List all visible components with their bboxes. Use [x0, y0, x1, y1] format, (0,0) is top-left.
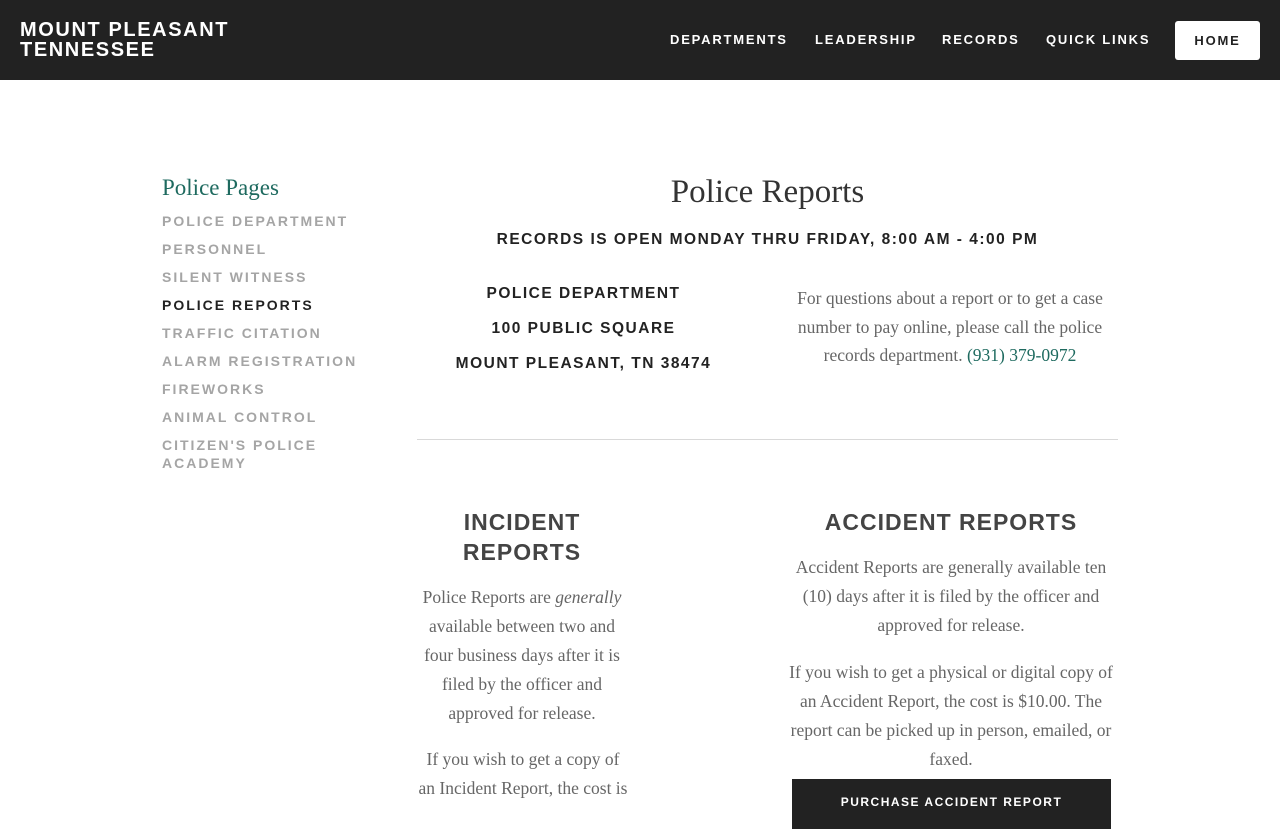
purchase-accident-report-button[interactable]: PURCHASE ACCIDENT REPORT — [792, 779, 1111, 829]
address-line-1: POLICE DEPARTMENT — [486, 285, 681, 302]
brand-line-1: MOUNT PLEASANT — [20, 19, 230, 41]
sidebar-item-police-department[interactable]: POLICE DEPARTMENT — [162, 212, 362, 230]
sidebar-item-silent-witness[interactable]: SILENT WITNESS — [162, 268, 362, 286]
address-line-2: 100 PUBLIC SQUARE — [491, 320, 676, 337]
incident-heading-line-1: INCIDENT — [463, 509, 581, 535]
incident-reports-heading: INCIDENT REPORTS — [417, 507, 627, 567]
incident-paragraph-2: If you wish to get a copy of an Incident… — [418, 749, 628, 798]
sidebar-item-animal-control[interactable]: ANIMAL CONTROL — [162, 408, 362, 426]
site-header: MOUNT PLEASANT TENNESSEE DEPARTMENTS LEA… — [0, 0, 1280, 80]
nav-departments[interactable]: DEPARTMENTS — [670, 32, 788, 48]
incident-p1-text: Police Reports are — [422, 587, 551, 607]
incident-p1-emphasis: generally — [555, 587, 622, 607]
sidebar-item-personnel[interactable]: PERSONNEL — [162, 240, 362, 258]
address-line-3: MOUNT PLEASANT, TN 38474 — [455, 355, 712, 372]
sidebar-item-citizens-police-academy[interactable]: CITIZEN'S POLICE ACADEMY — [162, 436, 342, 472]
sidebar-item-alarm-registration[interactable]: ALARM REGISTRATION — [162, 352, 362, 370]
accident-paragraph-1: Accident Reports are generally available… — [795, 557, 1107, 635]
brand-line-2: TENNESSEE — [20, 39, 156, 61]
sidebar-item-traffic-citation[interactable]: TRAFFIC CITATION — [162, 324, 362, 342]
contact-phone-link[interactable]: (931) 379-0972 — [967, 345, 1076, 365]
records-hours: RECORDS IS OPEN MONDAY THRU FRIDAY, 8:00… — [496, 231, 1039, 248]
sidebar-item-fireworks[interactable]: FIREWORKS — [162, 380, 362, 398]
site-brand[interactable]: MOUNT PLEASANT TENNESSEE — [20, 20, 229, 60]
incident-paragraph-1: Police Reports are generally available b… — [417, 583, 627, 728]
sidebar-title: Police Pages — [162, 175, 279, 200]
section-divider — [417, 439, 1118, 440]
accident-paragraph-2: If you wish to get a physical or digital… — [789, 662, 1113, 769]
nav-records[interactable]: RECORDS — [942, 32, 1020, 48]
accident-reports-heading: ACCIDENT REPORTS — [824, 509, 1078, 535]
nav-quick-links[interactable]: QUICK LINKS — [1046, 32, 1150, 48]
sidebar-item-police-reports[interactable]: POLICE REPORTS — [162, 296, 362, 314]
contact-info: For questions about a report or to get a… — [790, 284, 1110, 370]
incident-heading-line-2: REPORTS — [462, 539, 582, 565]
home-button[interactable]: HOME — [1175, 21, 1260, 60]
incident-p1-text-end: available between two and four business … — [424, 616, 620, 723]
nav-leadership[interactable]: LEADERSHIP — [815, 32, 917, 48]
page-title: Police Reports — [670, 174, 865, 210]
